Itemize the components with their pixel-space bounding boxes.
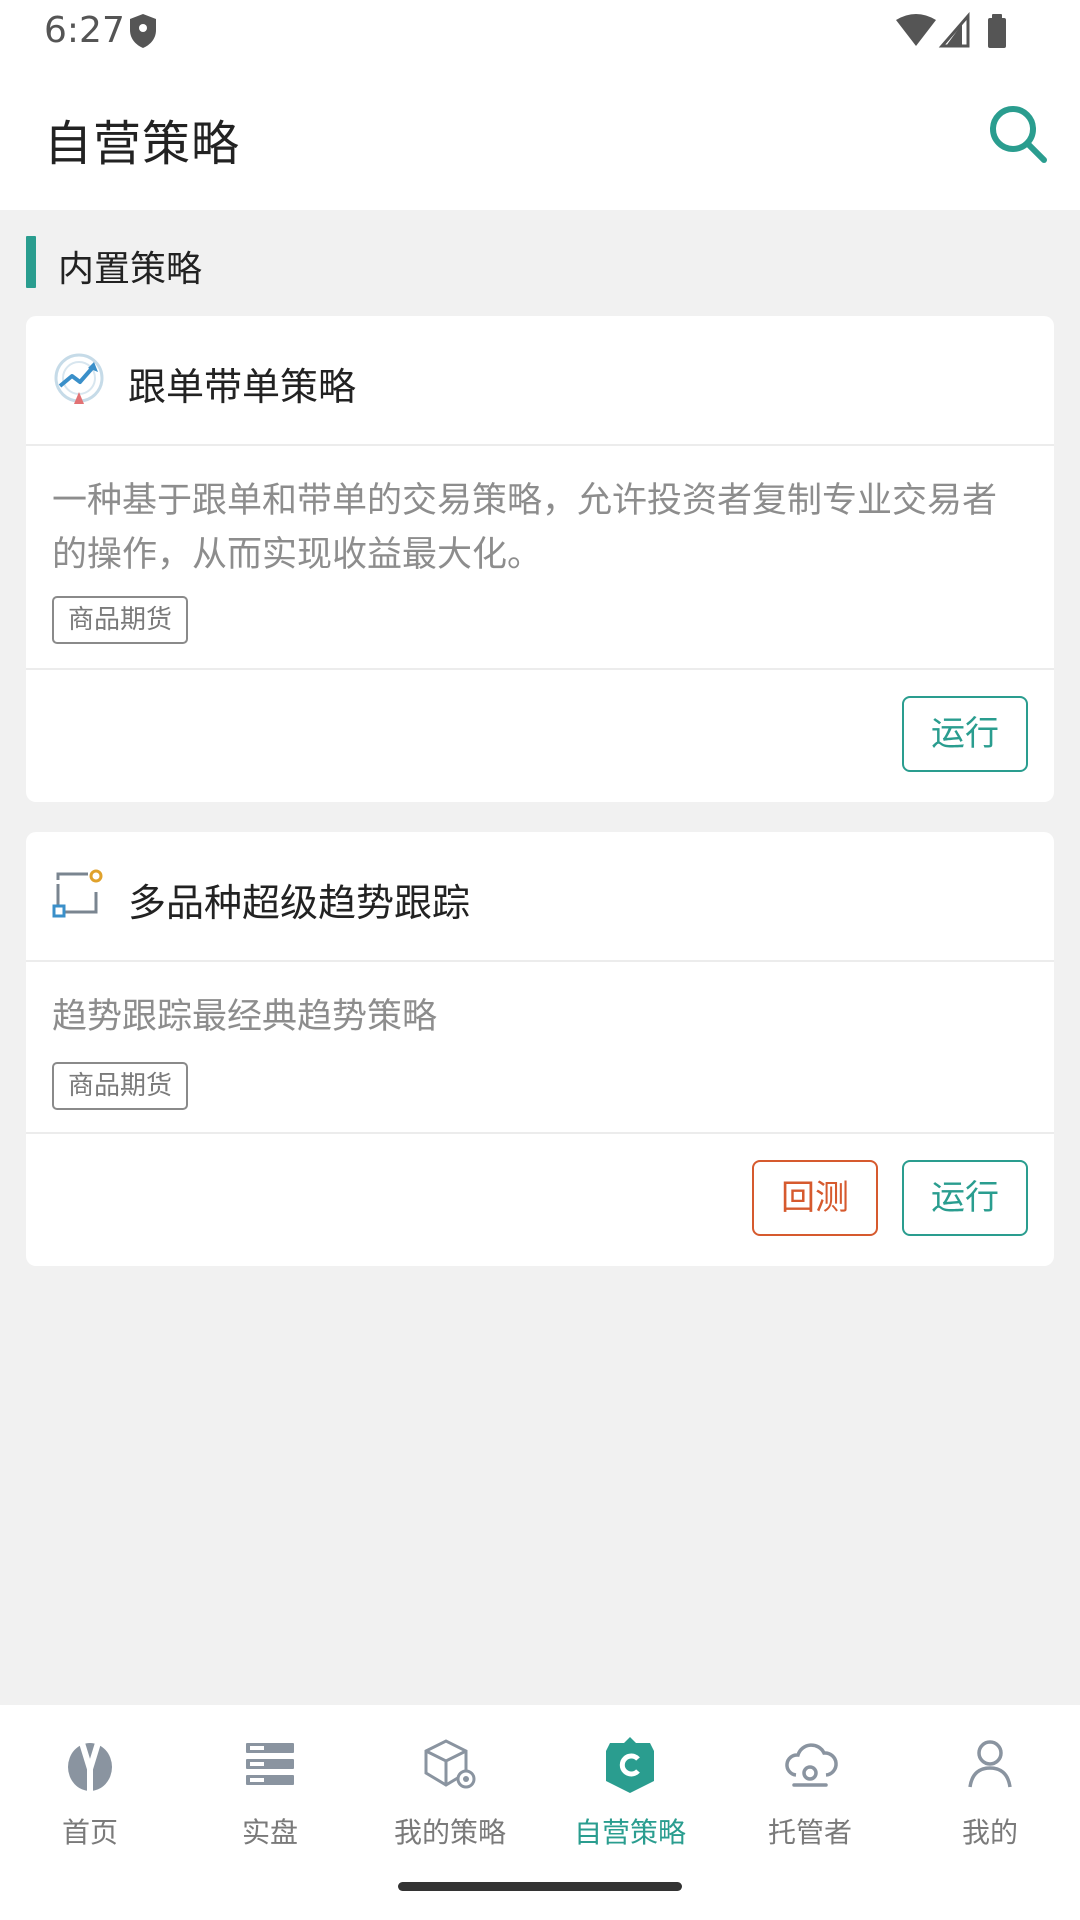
status-time: 6:27 xyxy=(44,10,125,51)
search-icon[interactable] xyxy=(986,102,1050,166)
strategy-card[interactable]: 多品种超级趋势跟踪 趋势跟踪最经典趋势策略 商品期货 回测 运行 xyxy=(26,832,1054,1266)
nav-label: 首页 xyxy=(61,1816,118,1849)
nav-label: 我的 xyxy=(961,1816,1018,1849)
status-bar: 6:27 xyxy=(0,0,1080,64)
content-area: 内置策略 跟单带单策略 一种基于跟单和带单的交易策略，允许投资者复制专业交易者的… xyxy=(0,210,1080,1705)
nav-item-live[interactable]: 实盘 xyxy=(180,1735,360,1865)
server-icon xyxy=(246,1743,294,1785)
frame-dot-icon xyxy=(52,869,103,918)
nav-item-home[interactable]: 首页 xyxy=(0,1735,180,1865)
card-header: 多品种超级趋势跟踪 xyxy=(26,832,1054,962)
card-body: 趋势跟踪最经典趋势策略 商品期货 xyxy=(26,962,1054,1134)
run-button[interactable]: 运行 xyxy=(902,696,1028,772)
card-description: 一种基于跟单和带单的交易策略，允许投资者复制专业交易者的操作，从而实现收益最大化… xyxy=(52,481,998,575)
nav-label: 我的策略 xyxy=(393,1816,506,1849)
nav-item-proprietary-strategies[interactable]: 自营策略 xyxy=(540,1735,720,1865)
box-gear-icon xyxy=(424,1739,476,1789)
nav-label: 实盘 xyxy=(241,1816,298,1849)
nav-label: 托管者 xyxy=(767,1816,852,1849)
nav-item-me[interactable]: 我的 xyxy=(900,1735,1080,1865)
signal-icon xyxy=(938,12,970,48)
run-button[interactable]: 运行 xyxy=(902,1160,1028,1236)
shield-c-icon xyxy=(606,1737,654,1793)
app-bar: 自营策略 xyxy=(0,64,1080,210)
nav-item-my-strategies[interactable]: 我的策略 xyxy=(360,1735,540,1865)
battery-icon xyxy=(988,14,1006,48)
shield-icon xyxy=(130,14,156,48)
card-description: 趋势跟踪最经典趋势策略 xyxy=(52,997,438,1037)
trend-chart-icon xyxy=(54,353,104,404)
wifi-icon xyxy=(896,14,936,46)
card-title: 多品种超级趋势跟踪 xyxy=(128,881,471,925)
nav-label: 自营策略 xyxy=(573,1816,686,1849)
nav-item-custodian[interactable]: 托管者 xyxy=(720,1735,900,1865)
section-accent-bar xyxy=(26,236,36,288)
section-title: 内置策略 xyxy=(58,249,203,290)
card-footer: 回测 运行 xyxy=(26,1134,1054,1266)
card-footer: 运行 xyxy=(26,670,1054,802)
backtest-button[interactable]: 回测 xyxy=(752,1160,878,1236)
category-tag: 商品期货 xyxy=(52,1062,189,1110)
card-header: 跟单带单策略 xyxy=(26,316,1054,446)
user-icon xyxy=(968,1740,1012,1788)
card-title: 跟单带单策略 xyxy=(128,365,357,409)
category-tag: 商品期货 xyxy=(52,596,189,644)
status-icons xyxy=(896,12,1006,48)
strategy-card[interactable]: 跟单带单策略 一种基于跟单和带单的交易策略，允许投资者复制专业交易者的操作，从而… xyxy=(26,316,1054,802)
card-body: 一种基于跟单和带单的交易策略，允许投资者复制专业交易者的操作，从而实现收益最大化… xyxy=(26,446,1054,670)
cloud-icon xyxy=(785,1743,838,1787)
home-indicator[interactable] xyxy=(398,1882,682,1891)
home-y-icon xyxy=(68,1742,112,1793)
page-title: 自营策略 xyxy=(44,116,241,172)
